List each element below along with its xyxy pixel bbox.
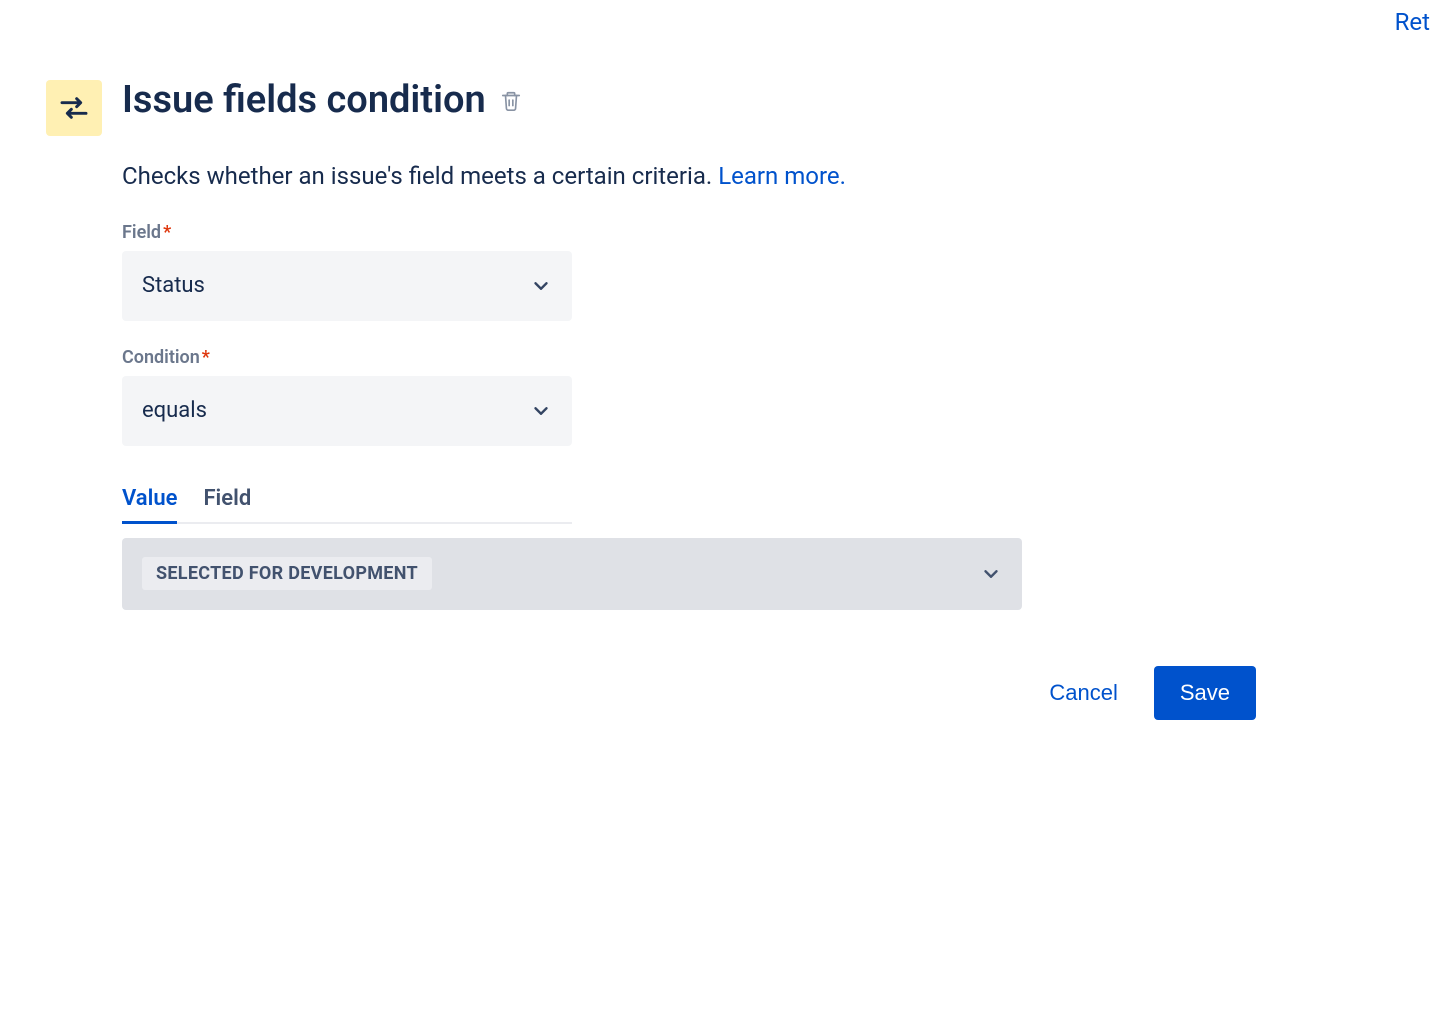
value-chip: SELECTED FOR DEVELOPMENT [142,557,432,590]
condition-label: Condition* [122,347,1214,368]
description: Checks whether an issue's field meets a … [122,160,1214,194]
value-select[interactable]: SELECTED FOR DEVELOPMENT [122,538,1022,610]
condition-icon [46,80,102,136]
tab-field[interactable]: Field [203,486,251,524]
chevron-down-icon [530,275,552,297]
chevron-down-icon [980,563,1002,585]
delete-icon[interactable] [500,90,522,112]
field-label: Field* [122,222,1214,243]
description-text: Checks whether an issue's field meets a … [122,162,718,190]
chevron-down-icon [530,400,552,422]
learn-more-link[interactable]: Learn more. [718,162,846,190]
required-asterisk: * [202,347,210,368]
top-right-link[interactable]: Ret [1395,8,1430,36]
tabs: Value Field [122,486,572,524]
condition-select-value: equals [142,398,207,423]
page-title: Issue fields condition [122,80,486,122]
tab-value[interactable]: Value [122,486,177,524]
condition-select[interactable]: equals [122,376,572,446]
field-select[interactable]: Status [122,251,572,321]
required-asterisk: * [163,222,171,243]
field-select-value: Status [142,273,205,298]
cancel-button[interactable]: Cancel [1041,668,1125,718]
save-button[interactable]: Save [1154,666,1256,720]
